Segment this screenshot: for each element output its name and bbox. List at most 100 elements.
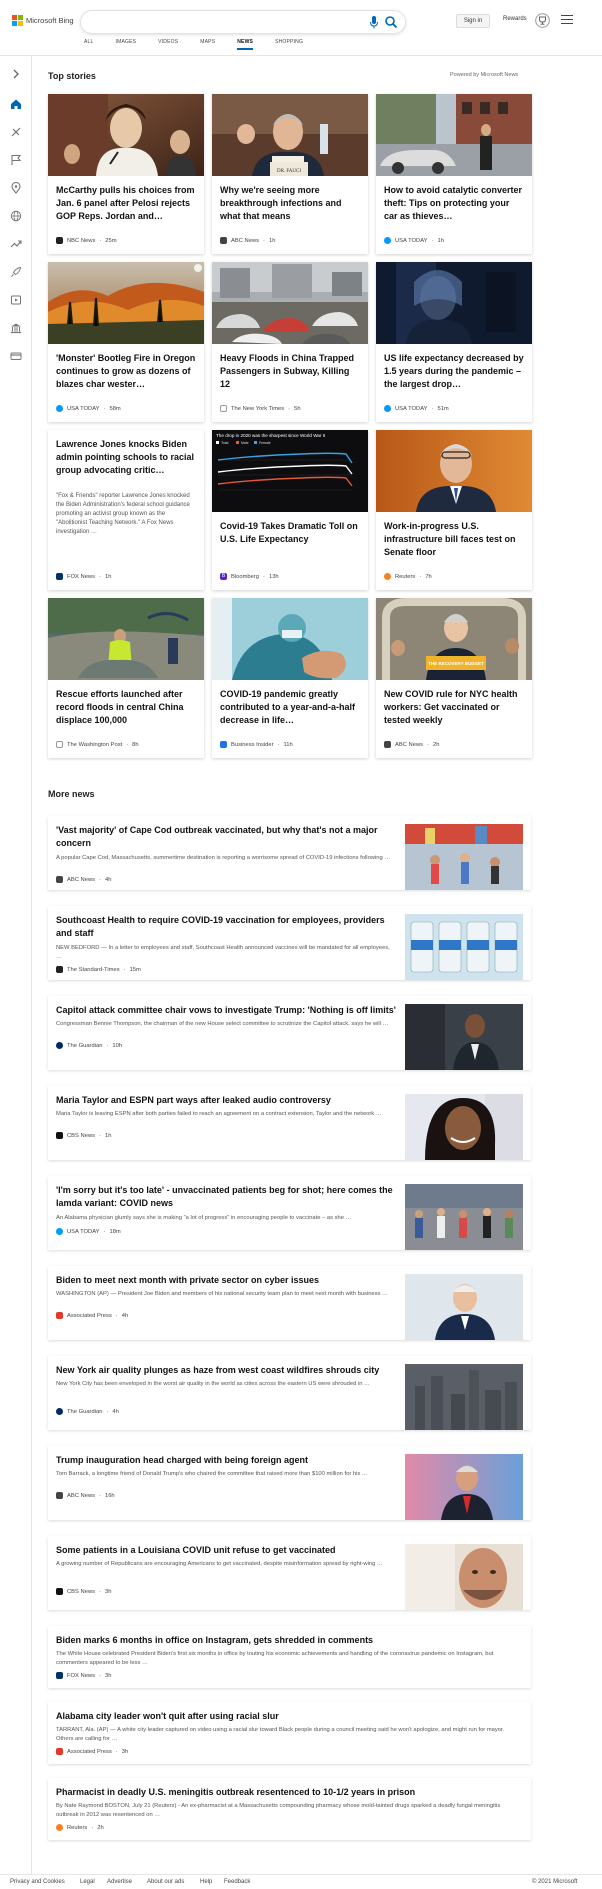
tab-videos[interactable]: VIDEOS [158, 39, 178, 51]
story-image [376, 262, 532, 344]
top-stories-heading: Top stories [48, 71, 96, 81]
story-card[interactable]: DR. FAUCI Why we're seeing more breakthr… [212, 94, 368, 254]
politics-building-icon[interactable] [10, 322, 22, 334]
news-snippet: NEW BEDFORD — In a letter to employees a… [56, 945, 390, 960]
news-source: ABC News · 4h [56, 876, 111, 883]
story-title[interactable]: Lawrence Jones knocks Biden admin pointi… [56, 438, 196, 477]
washington-post-icon [56, 741, 63, 748]
news-title[interactable]: Pharmacist in deadly U.S. meningitis out… [56, 1786, 516, 1799]
tab-shopping[interactable]: SHOPPING [275, 39, 303, 51]
guardian-icon [56, 1408, 63, 1415]
story-card[interactable]: The drop in 2020 was the sharpest since … [212, 430, 368, 590]
news-snippet: Tom Barrack, a longtime friend of Donald… [56, 1471, 368, 1477]
trending-icon[interactable] [10, 238, 22, 250]
footer-link-privacy[interactable]: Privacy and Cookies [10, 1879, 65, 1885]
story-title[interactable]: US life expectancy decreased by 1.5 year… [384, 352, 524, 391]
scitech-icon[interactable] [10, 126, 22, 138]
story-card[interactable]: THE RECOVERY BUDGET New COVID rule for N… [376, 598, 532, 758]
story-title[interactable]: McCarthy pulls his choices from Jan. 6 p… [56, 184, 196, 223]
story-card[interactable]: How to avoid catalytic converter theft: … [376, 94, 532, 254]
rewards-trophy-icon[interactable] [535, 13, 550, 28]
story-title[interactable]: New COVID rule for NYC health workers: G… [384, 688, 524, 727]
news-item[interactable]: Capitol attack committee chair vows to i… [48, 996, 531, 1070]
story-image [212, 262, 368, 344]
tab-news[interactable]: NEWS [237, 39, 253, 51]
news-title[interactable]: Maria Taylor and ESPN part ways after le… [56, 1094, 396, 1107]
news-snippet: An Alabama physician glumly says she is … [56, 1215, 352, 1221]
sign-in-button[interactable]: Sign in [456, 14, 490, 28]
story-title[interactable]: Rescue efforts launched after record flo… [56, 688, 196, 727]
story-image [212, 598, 368, 680]
news-title[interactable]: Capitol attack committee chair vows to i… [56, 1004, 396, 1017]
flag-icon[interactable] [10, 154, 22, 166]
footer-link-about-ads[interactable]: About our ads [147, 1879, 184, 1885]
expand-rail-icon[interactable] [10, 68, 22, 80]
home-icon[interactable] [10, 98, 22, 110]
search-box[interactable] [80, 10, 406, 34]
news-title[interactable]: Alabama city leader won't quit after usi… [56, 1710, 516, 1723]
story-title[interactable]: COVID-19 pandemic greatly contributed to… [220, 688, 360, 727]
news-title[interactable]: 'I'm sorry but it's too late' - unvaccin… [56, 1184, 396, 1210]
news-title[interactable]: Some patients in a Louisiana COVID unit … [56, 1544, 396, 1557]
footer-link-feedback[interactable]: Feedback [224, 1879, 250, 1885]
entertainment-icon[interactable] [10, 294, 22, 306]
news-item[interactable]: Trump inauguration head charged with bei… [48, 1446, 531, 1520]
news-title[interactable]: Biden to meet next month with private se… [56, 1274, 396, 1287]
story-card[interactable]: 'Monster' Bootleg Fire in Oregon continu… [48, 262, 204, 422]
powered-by-label[interactable]: Powered by Microsoft News [450, 72, 518, 78]
news-snippet: New York City has been enveloped in the … [56, 1381, 370, 1387]
footer-link-help[interactable]: Help [200, 1879, 212, 1885]
story-title[interactable]: Heavy Floods in China Trapped Passengers… [220, 352, 360, 391]
news-item[interactable]: Alabama city leader won't quit after usi… [48, 1702, 531, 1764]
news-source: The Guardian · 10h [56, 1042, 122, 1049]
news-item[interactable]: Southcoast Health to require COVID-19 va… [48, 906, 531, 980]
globe-icon[interactable] [10, 210, 22, 222]
nyt-icon [220, 405, 227, 412]
rewards-link[interactable]: Rewards [503, 16, 527, 22]
bloomberg-icon: B [220, 573, 227, 580]
story-card[interactable]: US life expectancy decreased by 1.5 year… [376, 262, 532, 422]
footer-link-advertise[interactable]: Advertise [107, 1879, 132, 1885]
story-card[interactable]: COVID-19 pandemic greatly contributed to… [212, 598, 368, 758]
microphone-icon[interactable] [369, 16, 379, 29]
story-card[interactable]: Heavy Floods in China Trapped Passengers… [212, 262, 368, 422]
story-card[interactable]: Work-in-progress U.S. infrastructure bil… [376, 430, 532, 590]
news-title[interactable]: 'Vast majority' of Cape Cod outbreak vac… [56, 824, 388, 850]
news-title[interactable]: Biden marks 6 months in office on Instag… [56, 1634, 516, 1647]
story-image [376, 430, 532, 512]
news-item[interactable]: 'I'm sorry but it's too late' - unvaccin… [48, 1176, 531, 1250]
news-item[interactable]: Biden marks 6 months in office on Instag… [48, 1626, 531, 1688]
search-icon[interactable] [384, 15, 398, 29]
story-title[interactable]: 'Monster' Bootleg Fire in Oregon continu… [56, 352, 196, 391]
news-thumbnail [405, 1004, 523, 1070]
tab-all[interactable]: ALL [84, 39, 94, 51]
money-icon[interactable] [10, 350, 22, 362]
story-card[interactable]: McCarthy pulls his choices from Jan. 6 p… [48, 94, 204, 254]
news-item[interactable]: New York air quality plunges as haze fro… [48, 1356, 531, 1430]
bing-logo[interactable]: Microsoft Bing [12, 15, 74, 26]
rocket-icon[interactable] [10, 266, 22, 278]
news-item[interactable]: 'Vast majority' of Cape Cod outbreak vac… [48, 816, 531, 890]
story-title[interactable]: How to avoid catalytic converter theft: … [384, 184, 524, 223]
story-title[interactable]: Work-in-progress U.S. infrastructure bil… [384, 520, 524, 559]
story-image: The drop in 2020 was the sharpest since … [212, 430, 368, 512]
tab-maps[interactable]: MAPS [200, 39, 215, 51]
search-input[interactable] [91, 15, 351, 29]
story-card[interactable]: Rescue efforts launched after record flo… [48, 598, 204, 758]
tab-images[interactable]: IMAGES [116, 39, 137, 51]
news-item[interactable]: Pharmacist in deadly U.S. meningitis out… [48, 1778, 531, 1840]
footer-link-legal[interactable]: Legal [80, 1879, 95, 1885]
news-item[interactable]: Maria Taylor and ESPN part ways after le… [48, 1086, 531, 1160]
story-title[interactable]: Why we're seeing more breakthrough infec… [220, 184, 360, 223]
news-title[interactable]: Trump inauguration head charged with bei… [56, 1454, 396, 1467]
hamburger-menu-icon[interactable] [561, 15, 573, 25]
story-source: FOX News · 1h [56, 573, 111, 580]
news-item[interactable]: Biden to meet next month with private se… [48, 1266, 531, 1340]
story-title[interactable]: Covid-19 Takes Dramatic Toll on U.S. Lif… [220, 520, 360, 546]
location-pin-icon[interactable] [10, 182, 22, 194]
brand-name: Microsoft Bing [26, 16, 74, 25]
story-card[interactable]: Lawrence Jones knocks Biden admin pointi… [48, 430, 204, 590]
news-title[interactable]: Southcoast Health to require COVID-19 va… [56, 914, 396, 940]
news-title[interactable]: New York air quality plunges as haze fro… [56, 1364, 396, 1377]
news-item[interactable]: Some patients in a Louisiana COVID unit … [48, 1536, 531, 1610]
